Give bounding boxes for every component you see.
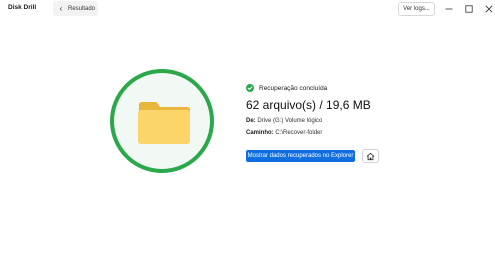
check-circle-icon — [246, 84, 254, 92]
back-button[interactable]: ‹ Resultado — [53, 1, 98, 16]
folder-icon — [137, 101, 191, 150]
close-icon[interactable] — [483, 3, 495, 15]
show-in-explorer-button[interactable]: Mostrar dados recuperados no Explorer — [246, 150, 355, 162]
source-value: Drive (G:) Volume lógico — [257, 118, 323, 124]
path-row: Caminho: C:\Recover-folder — [246, 130, 322, 136]
source-row: De: Drive (G:) Volume lógico — [246, 118, 322, 124]
title-bar: Disk Drill ‹ Resultado Ver logs... — [0, 0, 495, 20]
app-title: Disk Drill — [8, 4, 37, 11]
status-row: Recuperação concluída — [246, 84, 327, 92]
path-label: Caminho: — [246, 130, 274, 136]
home-button[interactable] — [362, 149, 379, 163]
minimize-icon[interactable] — [443, 3, 455, 15]
maximize-icon[interactable] — [463, 3, 475, 15]
path-value: C:\Recover-folder — [275, 130, 323, 136]
recovery-summary: 62 arquivo(s) / 19,6 MB — [246, 98, 371, 112]
status-text: Recuperação concluída — [259, 84, 328, 92]
back-button-label: Resultado — [68, 5, 96, 12]
view-logs-button[interactable]: Ver logs... — [398, 2, 435, 16]
home-icon — [366, 152, 375, 160]
chevron-left-icon: ‹ — [59, 3, 63, 13]
source-label: De: — [246, 118, 256, 124]
